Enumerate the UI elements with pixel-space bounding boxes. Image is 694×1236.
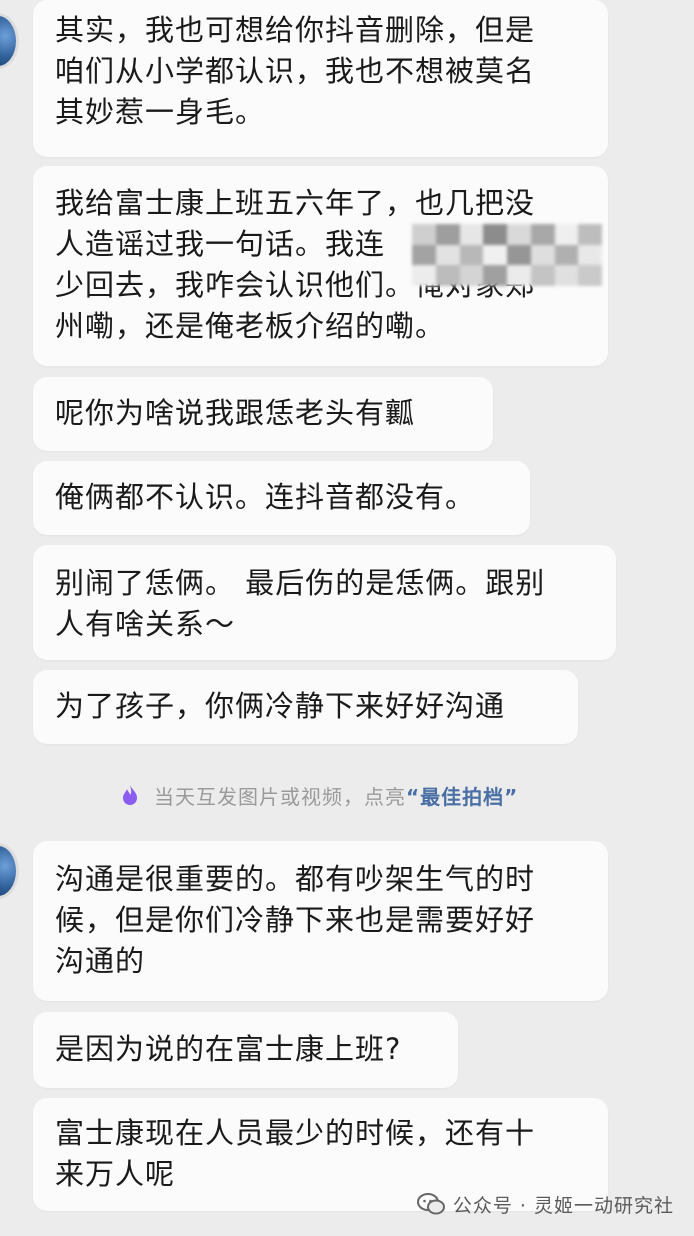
- flame-icon: [123, 785, 137, 805]
- chat-bubble[interactable]: 俺俩都不认识。连抖音都没有。: [33, 461, 530, 535]
- chat-bubble[interactable]: 其实，我也可想给你抖音删除，但是 咱们从小学都认识，我也不想被莫名 其妙惹一身毛…: [33, 0, 608, 157]
- avatar[interactable]: [0, 846, 16, 896]
- chat-bubble[interactable]: 别闹了恁俩。 最后伤的是恁俩。跟别 人有啥关系～: [33, 545, 616, 660]
- wechat-icon: [416, 1193, 445, 1215]
- mosaic-blur: [412, 224, 602, 286]
- avatar[interactable]: [0, 16, 16, 66]
- chat-bubble[interactable]: 沟通是很重要的。都有吵架生气的时 候，但是你们冷静下来也是需要好好 沟通的: [33, 841, 608, 1001]
- notice-bar: 当天互发图片或视频，点亮 “最佳拍档”: [120, 778, 518, 812]
- chat-bubble[interactable]: 呢你为啥说我跟恁老头有瓤: [33, 377, 493, 451]
- notice-highlight-link[interactable]: “最佳拍档”: [406, 781, 518, 810]
- notice-text: 当天互发图片或视频，点亮: [154, 784, 406, 809]
- watermark-text: 公众号 · 灵姬一动研究社: [452, 1194, 674, 1217]
- watermark: 公众号 · 灵姬一动研究社: [416, 1188, 674, 1220]
- chat-bubble[interactable]: 为了孩子，你俩冷静下来好好沟通: [33, 670, 578, 744]
- chat-bubble[interactable]: 是因为说的在富士康上班?: [33, 1012, 458, 1088]
- chat-view: 其实，我也可想给你抖音删除，但是 咱们从小学都认识，我也不想被莫名 其妙惹一身毛…: [0, 0, 694, 1236]
